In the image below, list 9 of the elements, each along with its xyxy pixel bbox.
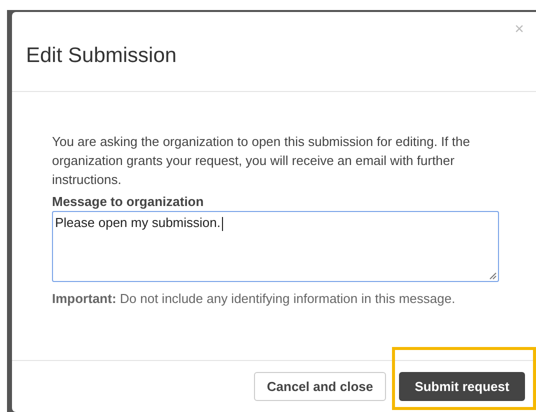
submit-button[interactable]: Submit request xyxy=(399,372,525,401)
field-label: Message to organization xyxy=(52,193,205,211)
intro-paragraph: You are asking the organization to open this submission for editing. If the organization grants your request, you will receive an email with further instructions. xyxy=(52,133,471,189)
dialog-title: Edit Submission xyxy=(26,42,177,69)
important-note: Important: Do not include any identifying information in this message. xyxy=(52,290,456,308)
cancel-button[interactable]: Cancel and close xyxy=(254,372,386,401)
field-value: Please open my submission. xyxy=(55,215,220,230)
resize-handle-icon[interactable] xyxy=(489,272,497,280)
message-field[interactable]: Please open my submission. xyxy=(52,211,499,282)
